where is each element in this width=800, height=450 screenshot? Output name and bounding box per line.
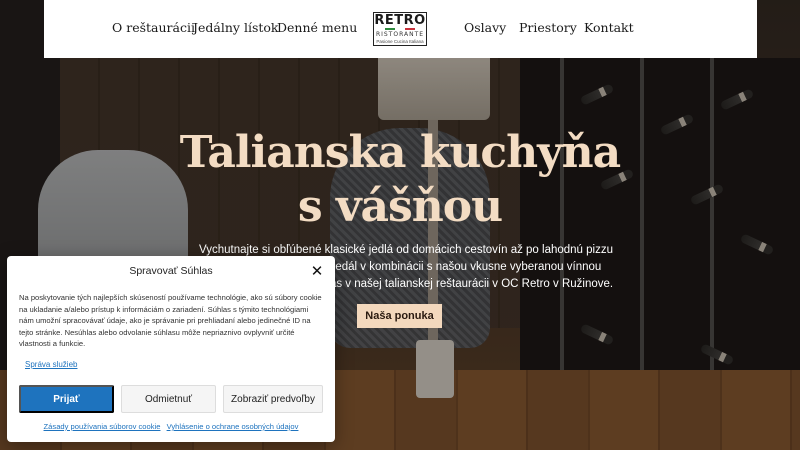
logo-name: RETRO <box>374 13 426 29</box>
site-logo[interactable]: RETRO RISTORANTE Pasione Cucina Italiana <box>373 12 427 46</box>
cookie-consent-dialog: Spravovať Súhlas ✕ Na poskytovanie tých … <box>7 256 335 442</box>
manage-services-link[interactable]: Správa služieb <box>25 360 77 369</box>
cookie-policy-link[interactable]: Zásady používania súborov cookie <box>44 422 161 431</box>
hero-title-line-2: s vášňou <box>297 181 503 232</box>
site-header: O reštaurácii Jedálny lístok Denné menu … <box>44 0 757 58</box>
cookie-dialog-title: Spravovať Súhlas <box>129 265 213 277</box>
nav-link-about[interactable]: O reštaurácii <box>112 20 195 35</box>
italian-flag-stripe <box>385 28 415 30</box>
cookie-footer-links: Zásady používania súborov cookie Vyhláse… <box>7 422 335 431</box>
close-icon[interactable]: ✕ <box>308 262 326 280</box>
logo-subtitle: RISTORANTE <box>375 30 425 38</box>
nav-link-daily-menu[interactable]: Denné menu <box>277 20 357 35</box>
cookie-consent-text: Na poskytovanie tých najlepších skúsenos… <box>19 293 322 349</box>
logo-tagline: Pasione Cucina Italiana <box>376 38 424 44</box>
nav-link-menu[interactable]: Jedálny lístok <box>193 20 278 35</box>
deny-button[interactable]: Odmietnuť <box>121 385 216 413</box>
hero-title: Talianska kuchyňa s vášňou <box>150 126 650 234</box>
our-offer-button[interactable]: Naša ponuka <box>357 304 442 328</box>
nav-link-spaces[interactable]: Priestory <box>519 20 577 35</box>
hero-title-line-1: Talianska kuchyňa <box>179 127 621 178</box>
nav-link-contact[interactable]: Kontakt <box>584 20 634 35</box>
nav-link-celebrations[interactable]: Oslavy <box>464 20 506 35</box>
accept-button[interactable]: Prijať <box>19 385 114 413</box>
privacy-statement-link[interactable]: Vyhlásenie o ochrane osobných údajov <box>167 422 299 431</box>
view-preferences-button[interactable]: Zobraziť predvoľby <box>223 385 323 413</box>
